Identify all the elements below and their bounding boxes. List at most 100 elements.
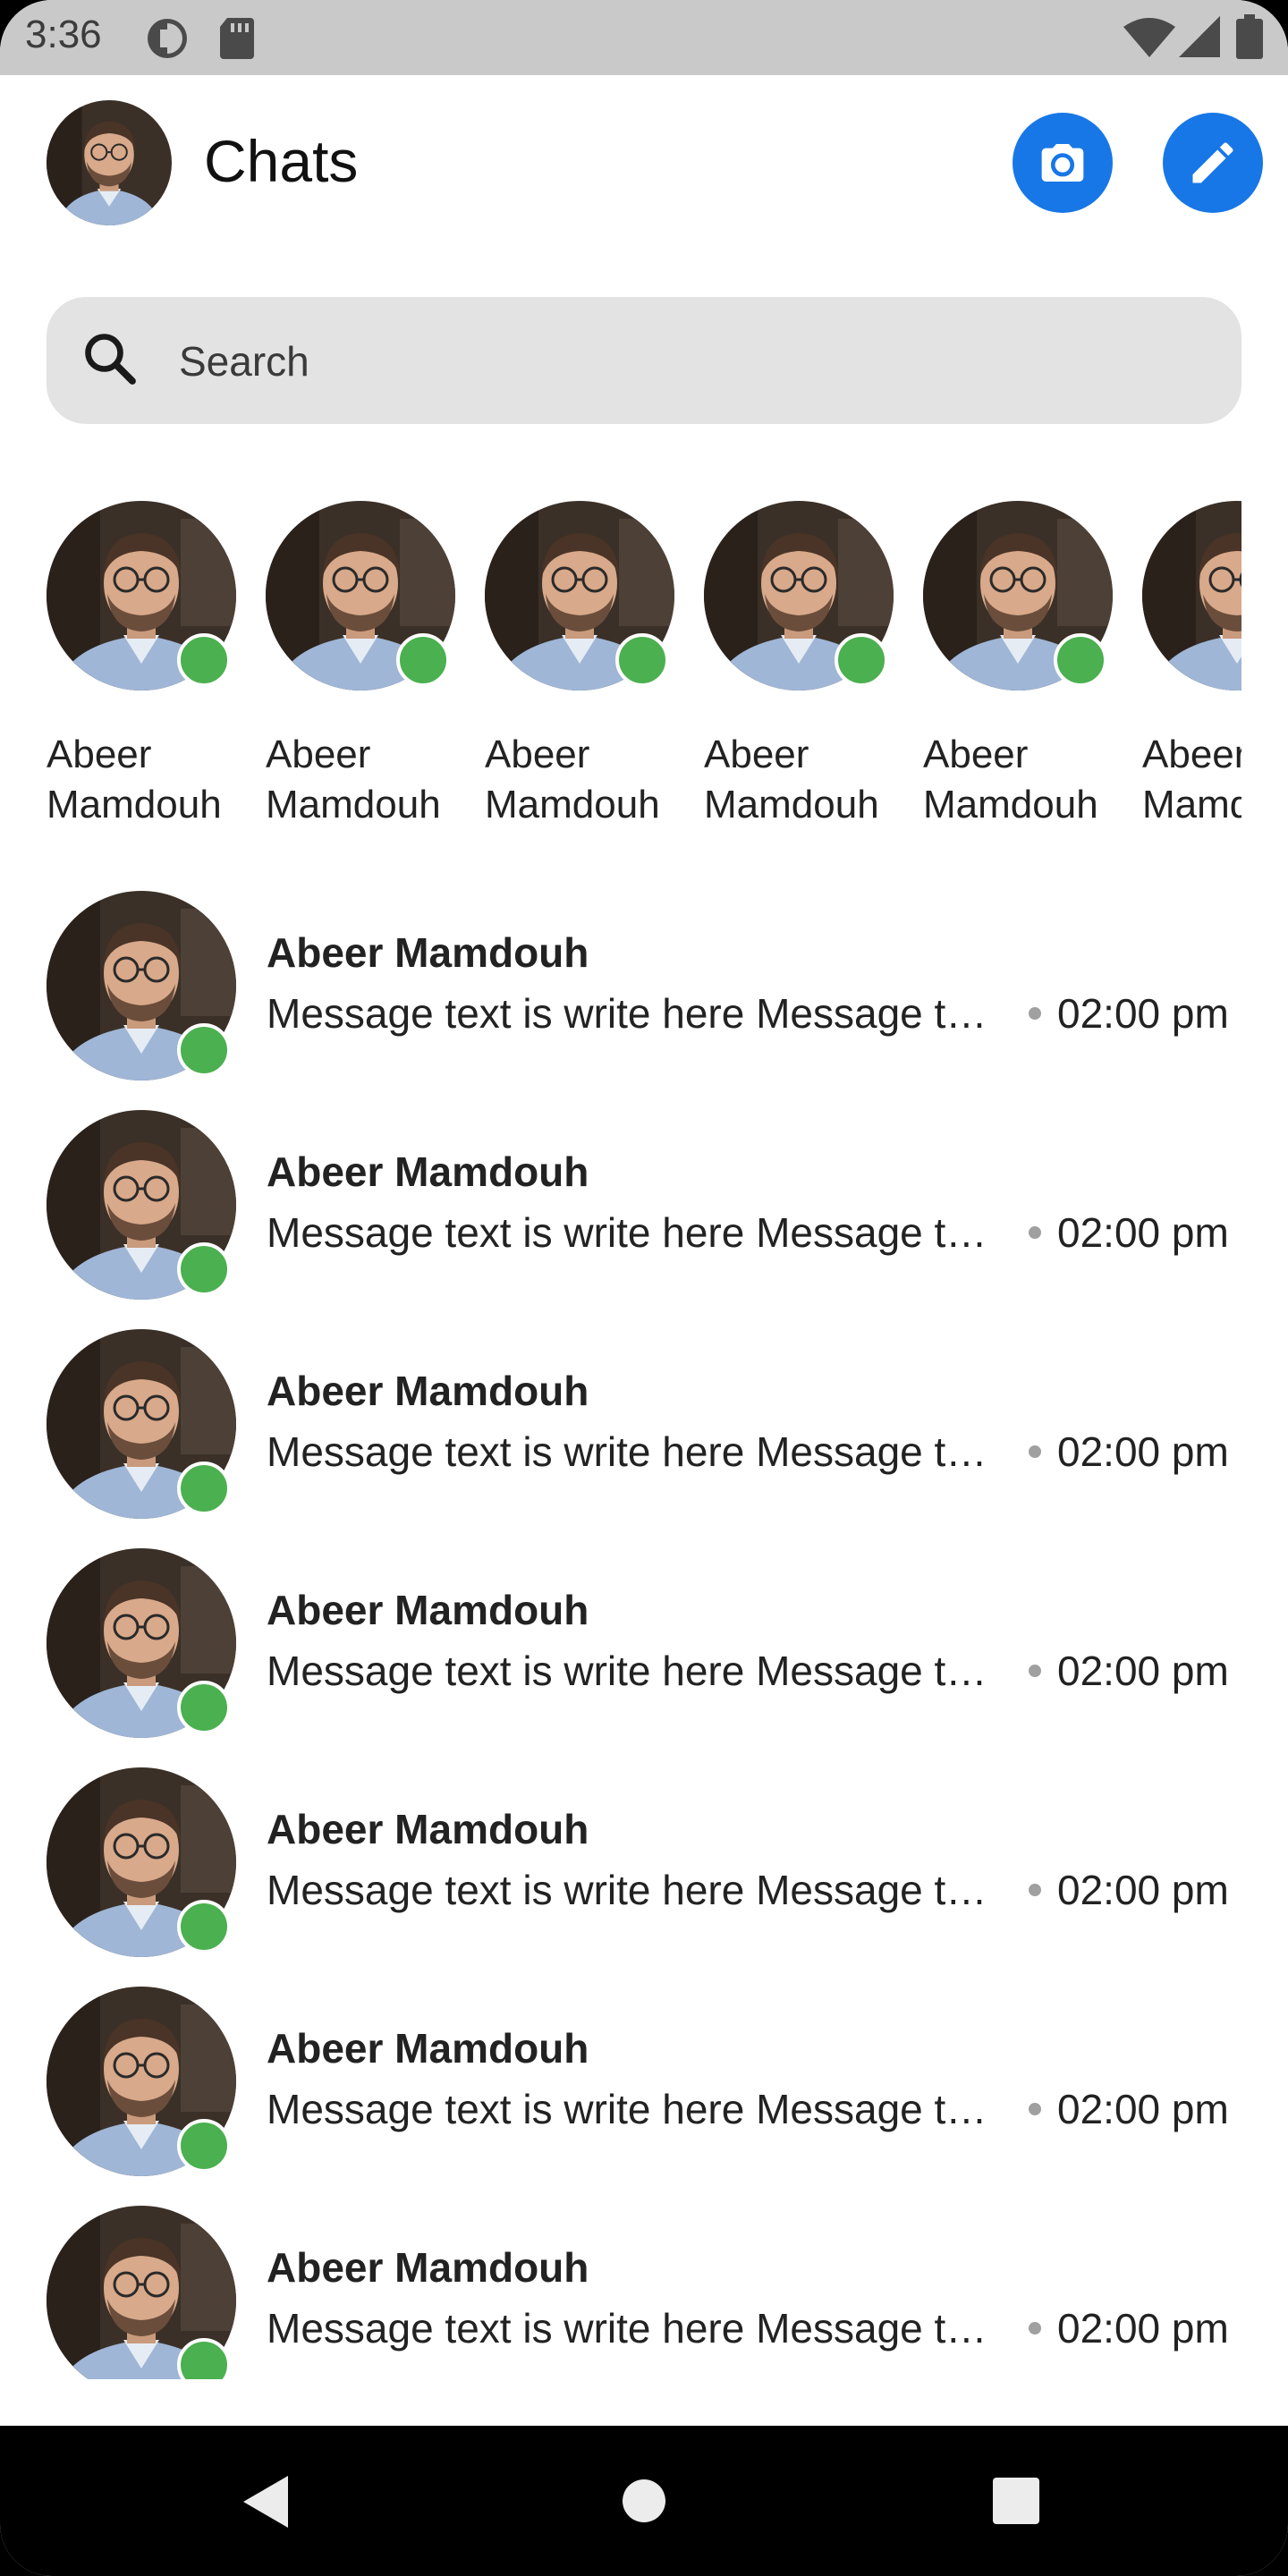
story-last-name: Mamdouh	[923, 783, 1098, 826]
chat-avatar	[47, 2206, 236, 2379]
chat-time: 02:00 pm	[1057, 1867, 1229, 1913]
stories-row[interactable]: Abeer Mamdouh Abeer Mamdouh Abeer Mamdouh Abee…	[47, 501, 1241, 841]
chat-preview: Message text is write here Message text …	[267, 2086, 1009, 2132]
chat-avatar	[47, 891, 236, 1080]
home-circle-icon[interactable]	[621, 2478, 667, 2524]
story-item[interactable]: Abeer Mamdouh	[47, 501, 243, 841]
chat-row[interactable]: Abeer Mamdouh Message text is write here …	[0, 1110, 1288, 1329]
battery-icon	[1236, 14, 1263, 59]
story-first-name: Abeer	[485, 733, 590, 776]
camera-button[interactable]	[1013, 113, 1113, 213]
story-last-name: Mamdouh	[1142, 783, 1241, 826]
story-name: Abeer Mamdouh	[923, 730, 1114, 830]
story-first-name: Abeer	[704, 733, 809, 776]
story-avatar	[1142, 501, 1241, 691]
chat-list[interactable]: Abeer Mamdouh Message text is write here …	[0, 891, 1288, 2379]
wifi-icon	[1123, 18, 1175, 57]
separator-dot	[1029, 1007, 1041, 1020]
story-first-name: Abeer	[923, 733, 1029, 776]
chat-avatar	[47, 1767, 236, 1957]
story-name: Abeer Mamdouh	[704, 730, 895, 830]
online-indicator	[177, 633, 231, 687]
chat-row[interactable]: Abeer Mamdouh Message text is write here …	[0, 1767, 1288, 1987]
chat-avatar	[47, 1548, 236, 1738]
separator-dot	[1029, 1226, 1041, 1239]
chat-preview: Message text is write here Message text …	[267, 1209, 1009, 1256]
separator-dot	[1029, 1884, 1041, 1896]
story-avatar	[266, 501, 455, 691]
chat-name: Abeer Mamdouh	[267, 2244, 589, 2291]
chat-time: 02:00 pm	[1057, 1209, 1229, 1256]
screen: 3:36 Chats Search Abeer Mamdouh Abeer Ma…	[0, 0, 1288, 2576]
chat-preview: Message text is write here Message text …	[267, 1428, 1009, 1475]
story-item[interactable]: Abeer Mamdouh	[1142, 501, 1241, 841]
online-indicator	[177, 2119, 231, 2173]
story-last-name: Mamdouh	[485, 783, 660, 826]
story-item[interactable]: Abeer Mamdouh	[485, 501, 682, 841]
chat-row[interactable]: Abeer Mamdouh Message text is write here …	[0, 1329, 1288, 1548]
online-indicator	[177, 1242, 231, 1296]
chat-row[interactable]: Abeer Mamdouh Message text is write here …	[0, 2206, 1288, 2379]
story-item[interactable]: Abeer Mamdouh	[266, 501, 462, 841]
page-title: Chats	[204, 128, 359, 194]
chat-preview: Message text is write here Message text …	[267, 1648, 1009, 1694]
story-avatar	[485, 501, 674, 691]
separator-dot	[1029, 2103, 1041, 2115]
chat-preview: Message text is write here Message text …	[267, 1867, 1009, 1913]
online-indicator	[835, 633, 888, 687]
compose-button[interactable]	[1163, 113, 1263, 213]
story-avatar	[47, 501, 236, 691]
chat-time: 02:00 pm	[1057, 2305, 1229, 2351]
story-item[interactable]: Abeer Mamdouh	[704, 501, 901, 841]
chat-row[interactable]: Abeer Mamdouh Message text is write here …	[0, 1548, 1288, 1767]
chat-name: Abeer Mamdouh	[267, 1148, 589, 1195]
story-name: Abeer Mamdouh	[266, 730, 457, 830]
online-indicator	[615, 633, 669, 687]
chat-time: 02:00 pm	[1057, 1428, 1229, 1475]
chat-row[interactable]: Abeer Mamdouh Message text is write here …	[0, 891, 1288, 1110]
search-bar[interactable]	[47, 297, 1241, 424]
story-name: Abeer Mamdouh	[485, 730, 676, 830]
separator-dot	[1029, 1445, 1041, 1458]
online-indicator	[177, 1462, 231, 1515]
online-indicator	[177, 1023, 231, 1077]
sync-icon	[148, 19, 187, 58]
chat-name: Abeer Mamdouh	[267, 2025, 589, 2072]
online-indicator	[177, 1900, 231, 1953]
chat-name: Abeer Mamdouh	[267, 1587, 589, 1633]
story-first-name: Abeer	[266, 733, 371, 776]
story-name: Abeer Mamdouh	[1142, 730, 1241, 830]
chat-avatar	[47, 1110, 236, 1300]
avatar	[47, 100, 172, 225]
status-bar: 3:36	[0, 0, 1288, 75]
back-triangle-icon[interactable]	[242, 2474, 292, 2529]
story-last-name: Mamdouh	[266, 783, 441, 826]
chat-name: Abeer Mamdouh	[267, 929, 589, 976]
chat-preview: Message text is write here Message text …	[267, 2305, 1009, 2351]
story-avatar	[923, 501, 1113, 691]
chat-avatar	[47, 1987, 236, 2176]
chat-time: 02:00 pm	[1057, 2086, 1229, 2132]
story-name: Abeer Mamdouh	[47, 730, 238, 830]
profile-avatar[interactable]	[47, 100, 172, 225]
avatar	[1142, 501, 1241, 691]
search-icon	[85, 334, 136, 385]
search-input[interactable]	[177, 331, 1165, 392]
online-indicator	[396, 633, 450, 687]
chat-avatar	[47, 1329, 236, 1519]
separator-dot	[1029, 2322, 1041, 2334]
separator-dot	[1029, 1665, 1041, 1677]
story-last-name: Mamdouh	[47, 783, 222, 826]
chat-time: 02:00 pm	[1057, 990, 1229, 1037]
story-first-name: Abeer	[47, 733, 152, 776]
online-indicator	[1054, 633, 1107, 687]
chat-name: Abeer Mamdouh	[267, 1806, 589, 1852]
sd-card-icon	[220, 18, 254, 59]
story-avatar	[704, 501, 894, 691]
online-indicator	[177, 1681, 231, 1734]
recents-square-icon[interactable]	[993, 2478, 1039, 2524]
navigation-bar	[0, 2426, 1288, 2576]
story-item[interactable]: Abeer Mamdouh	[923, 501, 1120, 841]
chat-row[interactable]: Abeer Mamdouh Message text is write here …	[0, 1987, 1288, 2206]
camera-icon	[1041, 144, 1084, 182]
